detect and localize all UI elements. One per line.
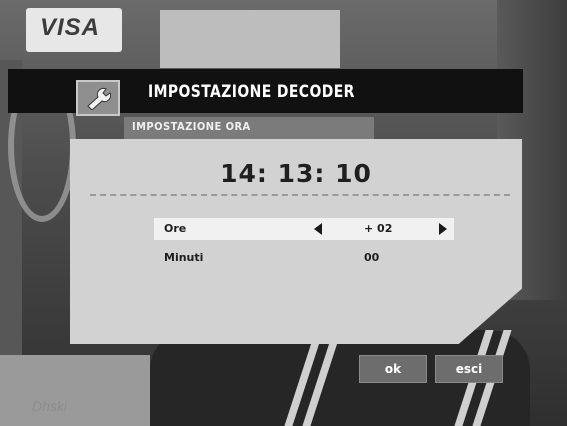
row-value-minuti: 00 (364, 251, 380, 264)
ok-button[interactable]: ok (359, 355, 427, 383)
row-label-ore: Ore (164, 222, 187, 235)
background-floor (0, 355, 150, 426)
dialog-panel: 14: 13: 10 Ore + 02 Minuti 00 (70, 139, 522, 344)
arrow-left-icon[interactable] (314, 223, 322, 235)
wrench-icon (76, 80, 120, 116)
background-bottom-text: Dhski (32, 398, 68, 414)
clock-display: 14: 13: 10 (220, 159, 372, 188)
dialog-title: IMPOSTAZIONE DECODER (148, 82, 355, 102)
dashed-divider (90, 194, 510, 196)
background-banner (160, 10, 340, 68)
background-visa-text: VISA (40, 14, 101, 41)
setting-row-minuti[interactable]: Minuti 00 (154, 247, 454, 269)
exit-button[interactable]: esci (435, 355, 503, 383)
dialog-subtitle: IMPOSTAZIONE ORA (132, 120, 251, 133)
row-value-ore: + 02 (364, 222, 393, 235)
arrow-right-icon[interactable] (439, 223, 447, 235)
row-label-minuti: Minuti (164, 251, 204, 264)
setting-row-ore[interactable]: Ore + 02 (154, 218, 454, 240)
